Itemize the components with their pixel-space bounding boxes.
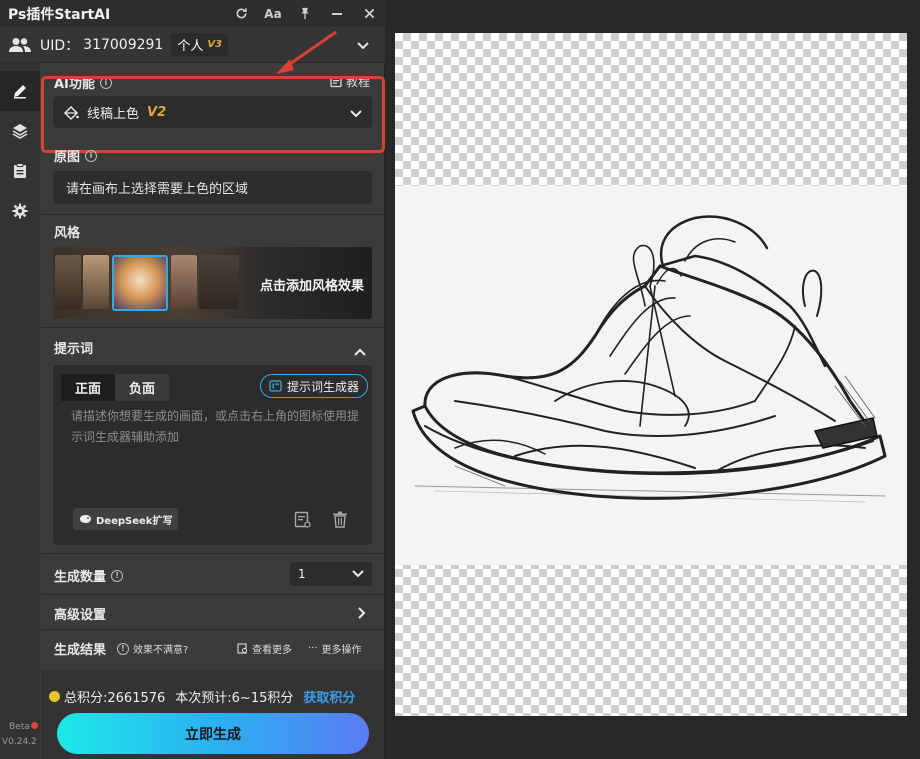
unsatisfied-link[interactable]: ! 效果不满意? (117, 641, 188, 656)
info-icon: ! (117, 642, 129, 655)
users-icon (0, 37, 40, 53)
style-picker[interactable]: 点击添加风格效果 (53, 247, 372, 319)
version-label: V0.24.2 (2, 737, 37, 747)
generate-button[interactable]: 立即生成 (57, 713, 369, 754)
quantity-text: 生成数量 (54, 570, 107, 585)
plan-version: V3 (207, 39, 223, 50)
info-icon[interactable]: i (85, 149, 98, 162)
quantity-value: 1 (298, 567, 306, 581)
highlight-annotation (41, 76, 385, 153)
prompt-input[interactable]: 请描述你想要生成的画面，或点击右上角的图标使用提示词生成器辅助添加 (71, 406, 361, 448)
rail-edit[interactable] (0, 71, 40, 111)
main-content: AI功能 i 教程 线稿上色 V2 原图 i 请在画布上选择需要上色的区域 风格 (41, 63, 385, 759)
beta-dot (31, 722, 38, 729)
deepseek-button[interactable]: DeepSeek扩写 (73, 508, 179, 530)
rail-history[interactable] (0, 151, 40, 191)
area-text: 原图 (54, 150, 81, 165)
style-thumb (199, 255, 239, 309)
clipboard-icon (14, 163, 26, 178)
chevron-down-icon (352, 567, 364, 581)
title-bar: Ps插件StartAI Aa (0, 0, 385, 27)
style-thumb (171, 255, 197, 309)
uid-label: UID： (40, 37, 80, 54)
minimize-icon[interactable] (321, 0, 353, 27)
estimate-points: 本次预计:6~15积分 (175, 691, 294, 706)
area-field[interactable]: 请在画布上选择需要上色的区域 (53, 171, 372, 204)
app-title: Ps插件StartAI (8, 6, 111, 23)
prompt-label: 提示词 (54, 342, 94, 357)
style-label: 风格 (54, 226, 81, 241)
plan-badge: 个人 V3 (171, 33, 229, 56)
chevron-down-icon[interactable] (357, 35, 369, 54)
add-style-text: 点击添加风格效果 (259, 279, 364, 294)
tab-negative[interactable]: 负面 (115, 374, 170, 401)
prompt-library-icon[interactable] (294, 511, 311, 532)
view-more-link[interactable]: 查看更多 (237, 641, 292, 656)
view-more-icon (237, 643, 247, 654)
divider (41, 629, 384, 630)
rail-layers[interactable] (0, 111, 40, 151)
divider (41, 553, 384, 554)
trash-icon[interactable] (332, 511, 348, 532)
quantity-select[interactable]: 1 (290, 562, 372, 586)
more-ops-link[interactable]: ··· 更多操作 (308, 641, 362, 656)
prompt-generator-button[interactable]: 提示词生成器 (259, 374, 368, 398)
coin-icon (49, 691, 60, 702)
more-ops-text: 更多操作 (321, 645, 362, 656)
points-line: 总积分:2661576 本次预计:6~15积分 获取积分 (49, 687, 355, 706)
canvas-sketch-image (395, 186, 907, 565)
info-icon[interactable]: ! (111, 569, 124, 582)
area-label: 原图 i (54, 146, 98, 165)
beta-label: Beta (9, 722, 30, 732)
results-text: 生成结果 (54, 643, 107, 658)
annotation-arrow (276, 30, 337, 74)
whale-icon (80, 515, 91, 523)
footer-bar: 总积分:2661576 本次预计:6~15积分 获取积分 立即生成 (41, 670, 384, 759)
plugin-panel: Ps插件StartAI Aa UID： 317009291 个人 V3 Beta… (0, 0, 385, 759)
results-label: 生成结果 (54, 639, 106, 658)
get-points-link[interactable]: 获取积分 (303, 687, 355, 706)
tab-positive[interactable]: 正面 (61, 374, 116, 401)
refresh-icon[interactable] (225, 0, 257, 27)
gear-icon (12, 203, 28, 219)
side-rail (0, 63, 40, 759)
view-more-text: 查看更多 (252, 645, 292, 656)
prompt-generator-label: 提示词生成器 (286, 379, 359, 394)
pin-icon[interactable] (289, 0, 321, 27)
close-icon[interactable] (353, 0, 385, 27)
generator-icon (269, 380, 282, 392)
deepseek-label: DeepSeek扩写 (96, 515, 173, 527)
divider (41, 327, 384, 328)
advanced-settings[interactable]: 高级设置 (54, 604, 106, 623)
total-points: 总积分:2661576 (64, 691, 166, 706)
uid-value: 317009291 (83, 36, 164, 53)
more-dots-icon: ··· (308, 643, 318, 654)
layers-icon (12, 124, 28, 139)
quantity-label: 生成数量 ! (54, 566, 124, 585)
prompt-tabs: 正面 负面 (61, 374, 170, 401)
prompt-box: 正面 负面 提示词生成器 请描述你想要生成的画面，或点击右上角的图标使用提示词生… (53, 365, 372, 545)
chevron-right-icon[interactable] (358, 604, 366, 623)
chevron-up-icon[interactable] (354, 341, 366, 360)
style-thumb (83, 255, 109, 309)
plan-name: 个人 (177, 39, 204, 54)
rail-settings[interactable] (0, 191, 40, 231)
font-size-button[interactable]: Aa (257, 0, 289, 27)
sneaker-sketch (411, 215, 887, 503)
pencil-icon (14, 85, 26, 99)
divider (41, 594, 384, 595)
style-thumb (55, 255, 81, 309)
divider (41, 214, 384, 215)
unsatisfied-text: 效果不满意? (133, 645, 189, 656)
style-thumb-selected (112, 255, 168, 311)
